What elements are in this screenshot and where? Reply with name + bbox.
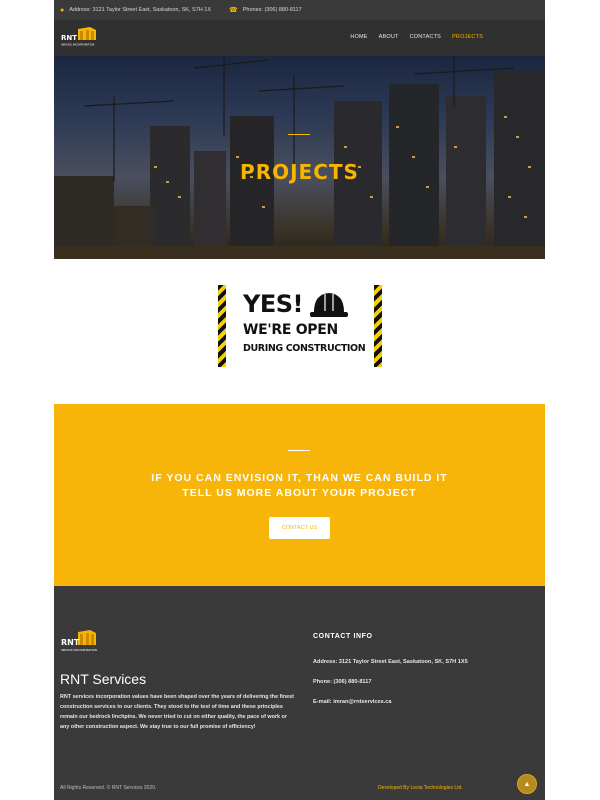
contact-info-heading: CONTACT INFO	[313, 633, 373, 640]
nav-contacts[interactable]: CONTACTS	[410, 34, 441, 40]
brand-name: RNT	[61, 34, 77, 42]
brand-logo[interactable]: RNT SERVICE INCORPORATION	[60, 27, 98, 49]
topbar-address: ● Address: 3121 Taylor Street East, Sask…	[60, 7, 211, 14]
footer-logo[interactable]: RNT SERVICE INCORPORATION	[60, 630, 98, 656]
developer-link[interactable]: Developed By Lexia Technologies Ltd.	[378, 785, 463, 791]
topbar-phone-text: Phones: (306) 880-8117	[242, 7, 302, 13]
nav-home[interactable]: HOME	[350, 34, 367, 40]
main-nav: HOME ABOUT CONTACTS PROJECTS	[350, 34, 483, 40]
sign-line-1: YES!	[243, 290, 304, 318]
footer: RNT SERVICE INCORPORATION RNT Services R…	[54, 586, 545, 800]
brand-tagline: SERVICE INCORPORATION	[61, 43, 94, 47]
phone-icon: ☎	[229, 7, 238, 14]
cta-divider	[288, 450, 310, 451]
back-to-top-button[interactable]: ▲	[517, 774, 537, 794]
footer-brand-tagline: SERVICE INCORPORATION	[61, 648, 97, 652]
footer-title: RNT Services	[60, 671, 147, 687]
footer-phone[interactable]: Phone: (306) 880-8117	[313, 679, 371, 685]
footer-description: RNT services incorporation values have b…	[60, 694, 294, 730]
chevron-up-icon: ▲	[523, 780, 531, 788]
cta-heading-2: TELL US MORE ABOUT YOUR PROJECT	[182, 487, 417, 499]
copyright-text: All Rights Reserved. © RNT Services 2020…	[60, 785, 157, 791]
cta-heading-1: IF YOU CAN ENVISION IT, THAN WE CAN BUIL…	[151, 472, 448, 484]
hero-divider	[288, 134, 310, 135]
contact-us-button[interactable]: CONTACT US	[269, 517, 330, 539]
hard-hat-icon	[310, 293, 348, 317]
sign-line-2: WE'RE OPEN	[243, 322, 338, 338]
hero-banner: PROJECTS	[54, 56, 545, 259]
map-marker-icon: ●	[60, 6, 65, 14]
nav-about[interactable]: ABOUT	[379, 34, 399, 40]
construction-skyline-image	[54, 56, 545, 259]
hazard-stripe-left	[218, 285, 226, 367]
sign-line-3: DURING CONSTRUCTION	[243, 343, 366, 354]
call-to-action-section: IF YOU CAN ENVISION IT, THAN WE CAN BUIL…	[54, 404, 545, 586]
topbar-address-text: Address: 3121 Taylor Street East, Saskat…	[69, 7, 211, 13]
footer-address: Address: 3121 Taylor Street East, Saskat…	[313, 659, 468, 665]
page: ● Address: 3121 Taylor Street East, Sask…	[54, 0, 545, 800]
nav-bar: RNT SERVICE INCORPORATION HOME ABOUT CON…	[54, 20, 545, 56]
open-during-construction-sign: YES! WE'RE OPEN DURING CONSTRUCTION	[218, 285, 382, 367]
top-info-bar: ● Address: 3121 Taylor Street East, Sask…	[54, 0, 545, 20]
footer-email[interactable]: E-mail: imran@rntservices.ca	[313, 699, 392, 705]
footer-brand-name: RNT	[61, 638, 80, 647]
page-title: PROJECTS	[240, 160, 359, 184]
hazard-stripe-right	[374, 285, 382, 367]
nav-projects[interactable]: PROJECTS	[452, 34, 483, 40]
topbar-phone: ☎ Phones: (306) 880-8117	[229, 6, 302, 14]
